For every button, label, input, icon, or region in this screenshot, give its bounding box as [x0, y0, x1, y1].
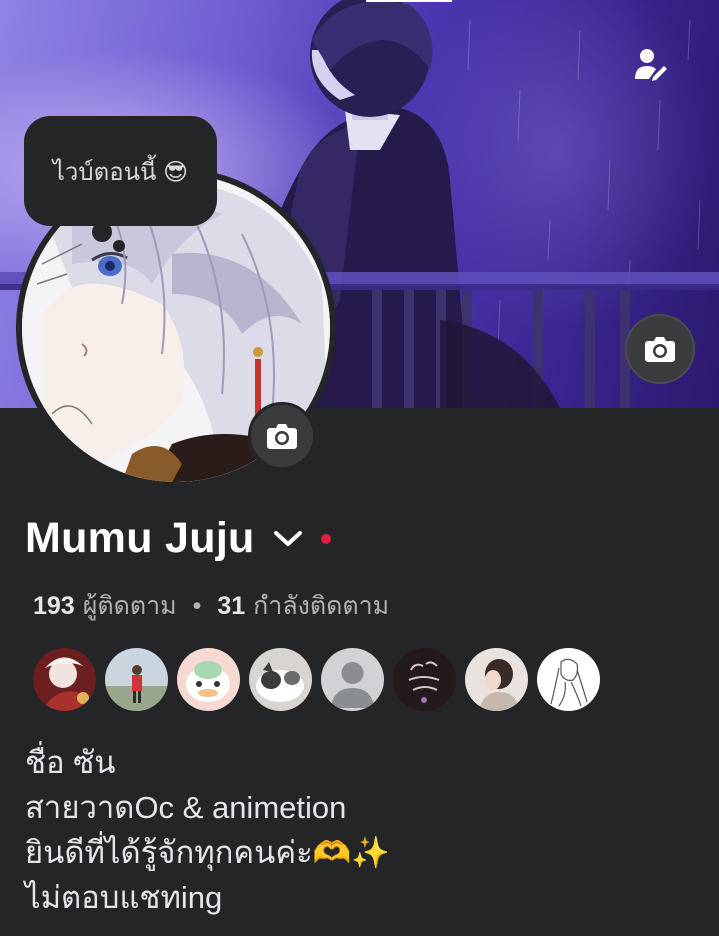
profile-page: ไวบ์ตอนนี้ 😎 Mumu Juju 193 ผู้ติดตาม • 3…: [0, 0, 719, 936]
friend-avatar-2[interactable]: [105, 648, 168, 711]
top-indicator: [366, 0, 452, 2]
bio-line-1: ชื่อ ซัน: [25, 745, 116, 780]
person-edit-icon[interactable]: [630, 44, 670, 84]
note-bubble[interactable]: ไวบ์ตอนนี้ 😎: [24, 116, 217, 226]
friend-avatar-1[interactable]: [33, 648, 96, 711]
stats-separator: •: [192, 591, 202, 620]
friend-avatar-4[interactable]: [249, 648, 312, 711]
following-count[interactable]: 31: [217, 592, 245, 621]
name-row: Mumu Juju: [25, 514, 331, 563]
bio-line-2: สายวาดOc & animetion: [25, 790, 347, 825]
chevron-down-icon[interactable]: [271, 522, 305, 556]
avatar-camera-button[interactable]: [248, 402, 316, 470]
note-bubble-tail-small: [113, 240, 125, 252]
friend-avatar-6[interactable]: [393, 648, 456, 711]
friends-row: [33, 648, 600, 711]
bio-line-3: ยินดีที่ได้รู้จักทุกคนค่ะ🫶✨: [25, 835, 390, 870]
note-bubble-tail: [92, 222, 112, 242]
friend-avatar-8[interactable]: [537, 648, 600, 711]
bio-line-4: ไม่ตอบแชทing: [25, 880, 223, 915]
friend-avatar-7[interactable]: [465, 648, 528, 711]
following-label[interactable]: กำลังติดตาม: [253, 586, 389, 626]
camera-icon: [267, 424, 297, 449]
followers-label[interactable]: ผู้ติดตาม: [83, 586, 177, 626]
followers-count[interactable]: 193: [33, 592, 75, 621]
friend-avatar-5[interactable]: [321, 648, 384, 711]
profile-name: Mumu Juju: [25, 514, 255, 562]
cover-camera-button[interactable]: [625, 314, 695, 384]
bio-section: ชื่อ ซัน สายวาดOc & animetion ยินดีที่ได…: [25, 740, 390, 920]
status-dot: [320, 533, 331, 544]
note-text: ไวบ์ตอนนี้ 😎: [52, 158, 189, 186]
follow-stats: 193 ผู้ติดตาม • 31 กำลังติดตาม: [33, 586, 389, 626]
friend-avatar-3[interactable]: [177, 648, 240, 711]
camera-icon: [645, 337, 675, 362]
